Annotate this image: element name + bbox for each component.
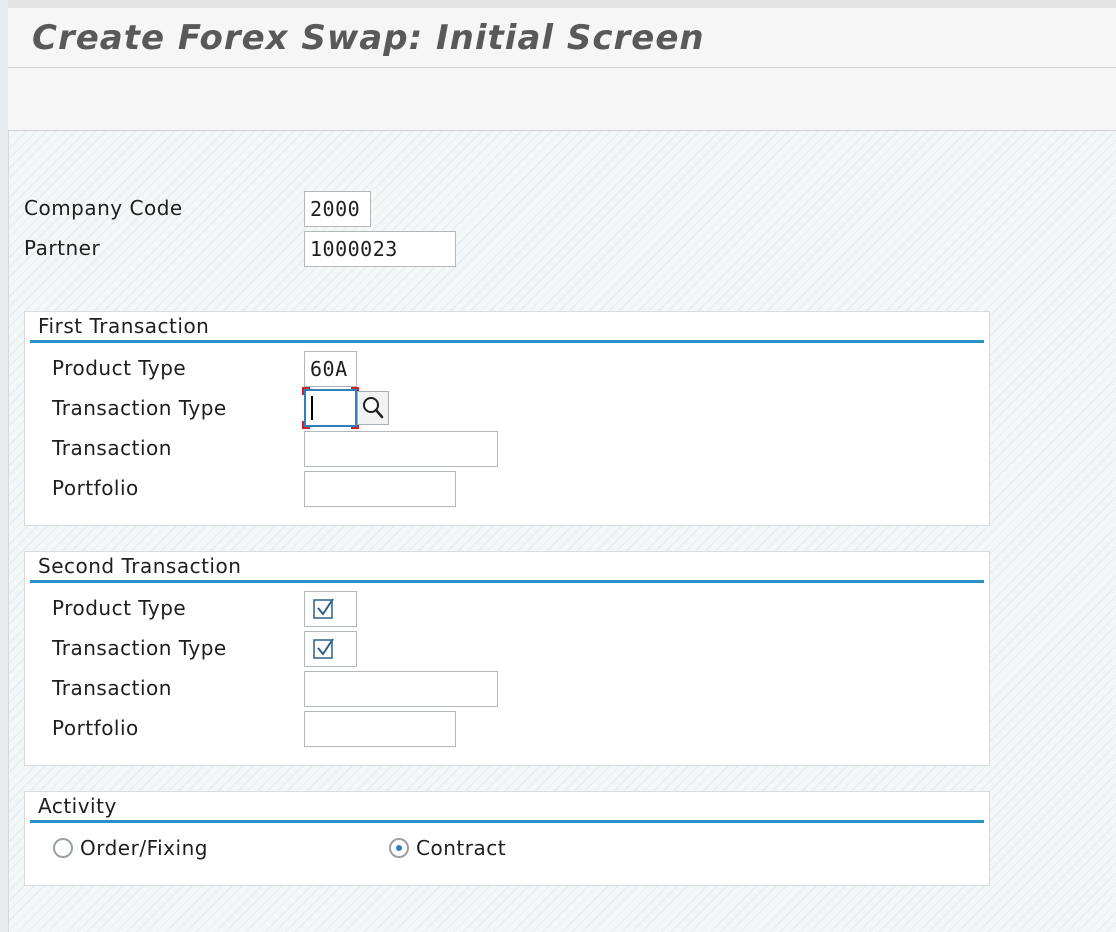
page-title: Create Forex Swap: Initial Screen (32, 18, 705, 58)
second-portfolio-field[interactable] (304, 711, 456, 747)
partner-field[interactable]: 1000023 (304, 231, 456, 267)
second-transaction-type-checkbox[interactable] (304, 631, 357, 667)
contract-label[interactable]: Contract (416, 836, 506, 860)
second-transaction-type-label: Transaction Type (52, 636, 227, 660)
radio-selected-dot (396, 845, 402, 851)
partner-label: Partner (24, 236, 101, 260)
second-transaction-label: Transaction (52, 676, 172, 700)
first-product-type-label: Product Type (52, 356, 187, 380)
second-product-type-label: Product Type (52, 596, 187, 620)
first-transaction-field[interactable] (304, 431, 498, 467)
first-product-type-field[interactable]: 60A (304, 351, 357, 387)
company-code-field[interactable]: 2000 (304, 191, 371, 227)
first-portfolio-label: Portfolio (52, 476, 139, 500)
second-transaction-divider (30, 580, 984, 583)
window-left-edge (0, 0, 9, 932)
activity-divider (30, 820, 984, 823)
checkmark-icon (313, 598, 334, 619)
text-cursor (311, 396, 313, 420)
first-transaction-type-label: Transaction Type (52, 396, 227, 420)
value-help-button[interactable] (357, 391, 389, 425)
first-transaction-type-field[interactable] (302, 387, 359, 429)
first-transaction-label: Transaction (52, 436, 172, 460)
checkmark-icon (313, 638, 334, 659)
second-transaction-title: Second Transaction (38, 554, 242, 578)
second-product-type-checkbox[interactable] (304, 591, 357, 627)
second-transaction-field[interactable] (304, 671, 498, 707)
second-portfolio-label: Portfolio (52, 716, 139, 740)
order-fixing-label[interactable]: Order/Fixing (80, 836, 208, 860)
first-portfolio-field[interactable] (304, 471, 456, 507)
search-icon (363, 397, 384, 419)
activity-title: Activity (38, 794, 117, 818)
title-bar: Create Forex Swap: Initial Screen (8, 0, 1116, 68)
required-corner-marker (302, 421, 310, 429)
company-code-label: Company Code (24, 196, 183, 220)
application-toolbar (8, 68, 1116, 131)
required-corner-marker (302, 387, 310, 395)
first-transaction-title: First Transaction (38, 314, 210, 338)
order-fixing-radio[interactable] (53, 838, 73, 858)
first-transaction-divider (30, 340, 984, 343)
contract-radio[interactable] (389, 838, 409, 858)
